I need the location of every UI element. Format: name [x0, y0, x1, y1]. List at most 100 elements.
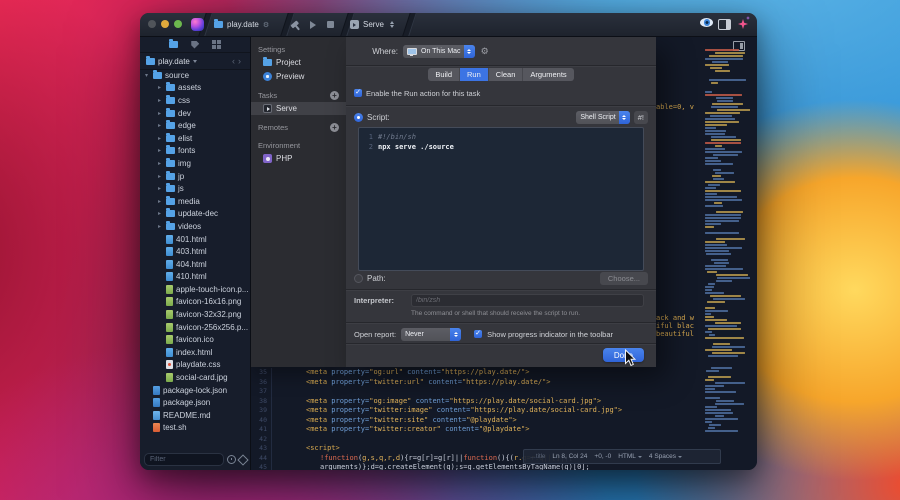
disclosure-icon[interactable]: ▸	[156, 110, 163, 117]
script-type-dropdown[interactable]: Shell Script	[576, 111, 629, 124]
choose-button[interactable]: Choose...	[600, 272, 648, 285]
tab-build[interactable]: Build	[428, 68, 460, 81]
tree-item-package.json[interactable]: package.json	[140, 396, 250, 409]
tree-item-apple-touch-icon.p...[interactable]: apple-touch-icon.p...	[140, 283, 250, 296]
minimap-line	[705, 349, 732, 351]
path-radio[interactable]	[354, 274, 363, 283]
tree-item-img[interactable]: ▸img	[140, 157, 250, 170]
tree-item-favicon-32x32.png[interactable]: favicon-32x32.png	[140, 308, 250, 321]
tree-item-favicon.ico[interactable]: favicon.ico	[140, 333, 250, 346]
disclosure-icon[interactable]: ▸	[156, 223, 163, 230]
disclosure-icon[interactable]: ▸	[156, 97, 163, 104]
scope-icon[interactable]	[237, 454, 248, 465]
tree-item-videos[interactable]: ▸videos	[140, 220, 250, 233]
preview-button[interactable]	[700, 18, 713, 27]
divider	[346, 105, 656, 106]
zoom-button[interactable]	[174, 20, 182, 28]
tree-item-README.md[interactable]: README.md	[140, 409, 250, 422]
minimize-button[interactable]	[161, 20, 169, 28]
shebang-button[interactable]: #!	[634, 111, 648, 124]
disclosure-icon[interactable]: ▸	[156, 173, 163, 180]
tree-item-elist[interactable]: ▸elist	[140, 132, 250, 145]
minimap-line	[716, 400, 734, 402]
build-button[interactable]	[290, 20, 302, 32]
tree-item-favicon-16x16.png[interactable]: favicon-16x16.png	[140, 296, 250, 309]
tree-item-css[interactable]: ▸css	[140, 94, 250, 107]
nav-item-project[interactable]: Project	[251, 56, 346, 69]
nav-item-php[interactable]: PHP	[251, 152, 346, 165]
recent-icon[interactable]	[227, 455, 236, 464]
minimap-line	[705, 247, 742, 249]
disclosure-icon[interactable]: ▸	[156, 135, 163, 142]
run-button[interactable]	[310, 21, 316, 29]
project-switcher[interactable]: play.date ‹›	[140, 53, 250, 70]
path-label: Path:	[367, 274, 386, 283]
minimap-line	[709, 334, 715, 336]
disclosure-icon[interactable]: ▸	[156, 147, 163, 154]
tree-item-dev[interactable]: ▸dev	[140, 107, 250, 120]
tree-item-playdate.css[interactable]: playdate.css	[140, 359, 250, 372]
tree-item-social-card.jpg[interactable]: social-card.jpg	[140, 371, 250, 384]
interpreter-input[interactable]	[411, 294, 644, 307]
tree-item-favicon-256x256.p...[interactable]: favicon-256x256.p...	[140, 321, 250, 334]
add-button[interactable]: +	[330, 91, 339, 100]
tree-item-401.html[interactable]: 401.html	[140, 233, 250, 246]
status-breadcrumb: …title	[530, 454, 545, 460]
open-report-dropdown[interactable]: Never	[401, 328, 461, 341]
enable-run-checkbox[interactable]: ✓	[354, 89, 362, 97]
tree-item-package-lock.json[interactable]: package-lock.json	[140, 384, 250, 397]
tree-item-test.sh[interactable]: test.sh	[140, 422, 250, 435]
project-tab-label: play.date	[227, 20, 259, 29]
history-arrows[interactable]: ‹›	[232, 56, 244, 66]
add-button[interactable]: +	[330, 123, 339, 132]
project-tab[interactable]: play.date ⚙	[214, 13, 269, 36]
where-dropdown[interactable]: On This Mac	[403, 45, 475, 58]
apps-tab-icon[interactable]	[212, 40, 216, 44]
tree-item-source[interactable]: ▾source	[140, 69, 250, 82]
progress-indicator-checkbox[interactable]: ✓	[474, 330, 482, 338]
tab-clean[interactable]: Clean	[489, 68, 524, 81]
script-radio[interactable]	[354, 113, 363, 122]
tree-item-fonts[interactable]: ▸fonts	[140, 145, 250, 158]
tab-run[interactable]: Run	[460, 68, 489, 81]
files-tab-icon[interactable]	[169, 41, 178, 48]
status-indent-menu[interactable]: 4 Spaces	[649, 453, 682, 460]
tree-item-media[interactable]: ▸media	[140, 195, 250, 208]
tree-item-js[interactable]: ▸js	[140, 182, 250, 195]
script-editor[interactable]: 1 #!/bin/sh 2 npx serve ./source	[358, 127, 644, 271]
tree-item-jp[interactable]: ▸jp	[140, 170, 250, 183]
minimap-line	[705, 127, 716, 129]
stop-button[interactable]	[327, 21, 334, 28]
nav-item-preview[interactable]: Preview	[251, 70, 346, 83]
tree-item-assets[interactable]: ▸assets	[140, 82, 250, 95]
tree-item-404.html[interactable]: 404.html	[140, 258, 250, 271]
disclosure-icon[interactable]: ▸	[156, 210, 163, 217]
disclosure-icon[interactable]: ▸	[156, 84, 163, 91]
sidebar-toggle-button[interactable]	[718, 19, 731, 30]
close-button[interactable]	[148, 20, 156, 28]
done-button[interactable]: Done	[603, 348, 644, 362]
tree-item-update-dec[interactable]: ▸update-dec	[140, 208, 250, 221]
status-language-menu[interactable]: HTML	[618, 453, 642, 460]
tree-item-edge[interactable]: ▸edge	[140, 119, 250, 132]
disclosure-icon[interactable]: ▸	[156, 185, 163, 192]
tab-arguments[interactable]: Arguments	[523, 68, 573, 81]
filter-input[interactable]	[144, 453, 224, 466]
project-settings-icon[interactable]: ⚙	[263, 21, 269, 29]
disclosure-icon[interactable]: ▸	[156, 198, 163, 205]
tree-item-index.html[interactable]: index.html	[140, 346, 250, 359]
disclosure-icon[interactable]: ▸	[156, 122, 163, 129]
action-tabs: Build Run Clean Arguments	[428, 68, 573, 81]
disclosure-icon[interactable]: ▾	[143, 72, 150, 79]
task-tab[interactable]: Serve	[350, 13, 394, 36]
extensions-button[interactable]	[738, 19, 748, 29]
tree-item-403.html[interactable]: 403.html	[140, 245, 250, 258]
task-stepper[interactable]	[390, 21, 394, 28]
minimap[interactable]	[703, 49, 750, 461]
gear-icon[interactable]: ⚙	[481, 47, 489, 56]
tree-item-410.html[interactable]: 410.html	[140, 271, 250, 284]
nav-item-serve[interactable]: Serve	[251, 102, 346, 115]
tags-tab-icon[interactable]	[191, 41, 199, 49]
disclosure-icon[interactable]: ▸	[156, 160, 163, 167]
minimap-line	[705, 205, 723, 207]
